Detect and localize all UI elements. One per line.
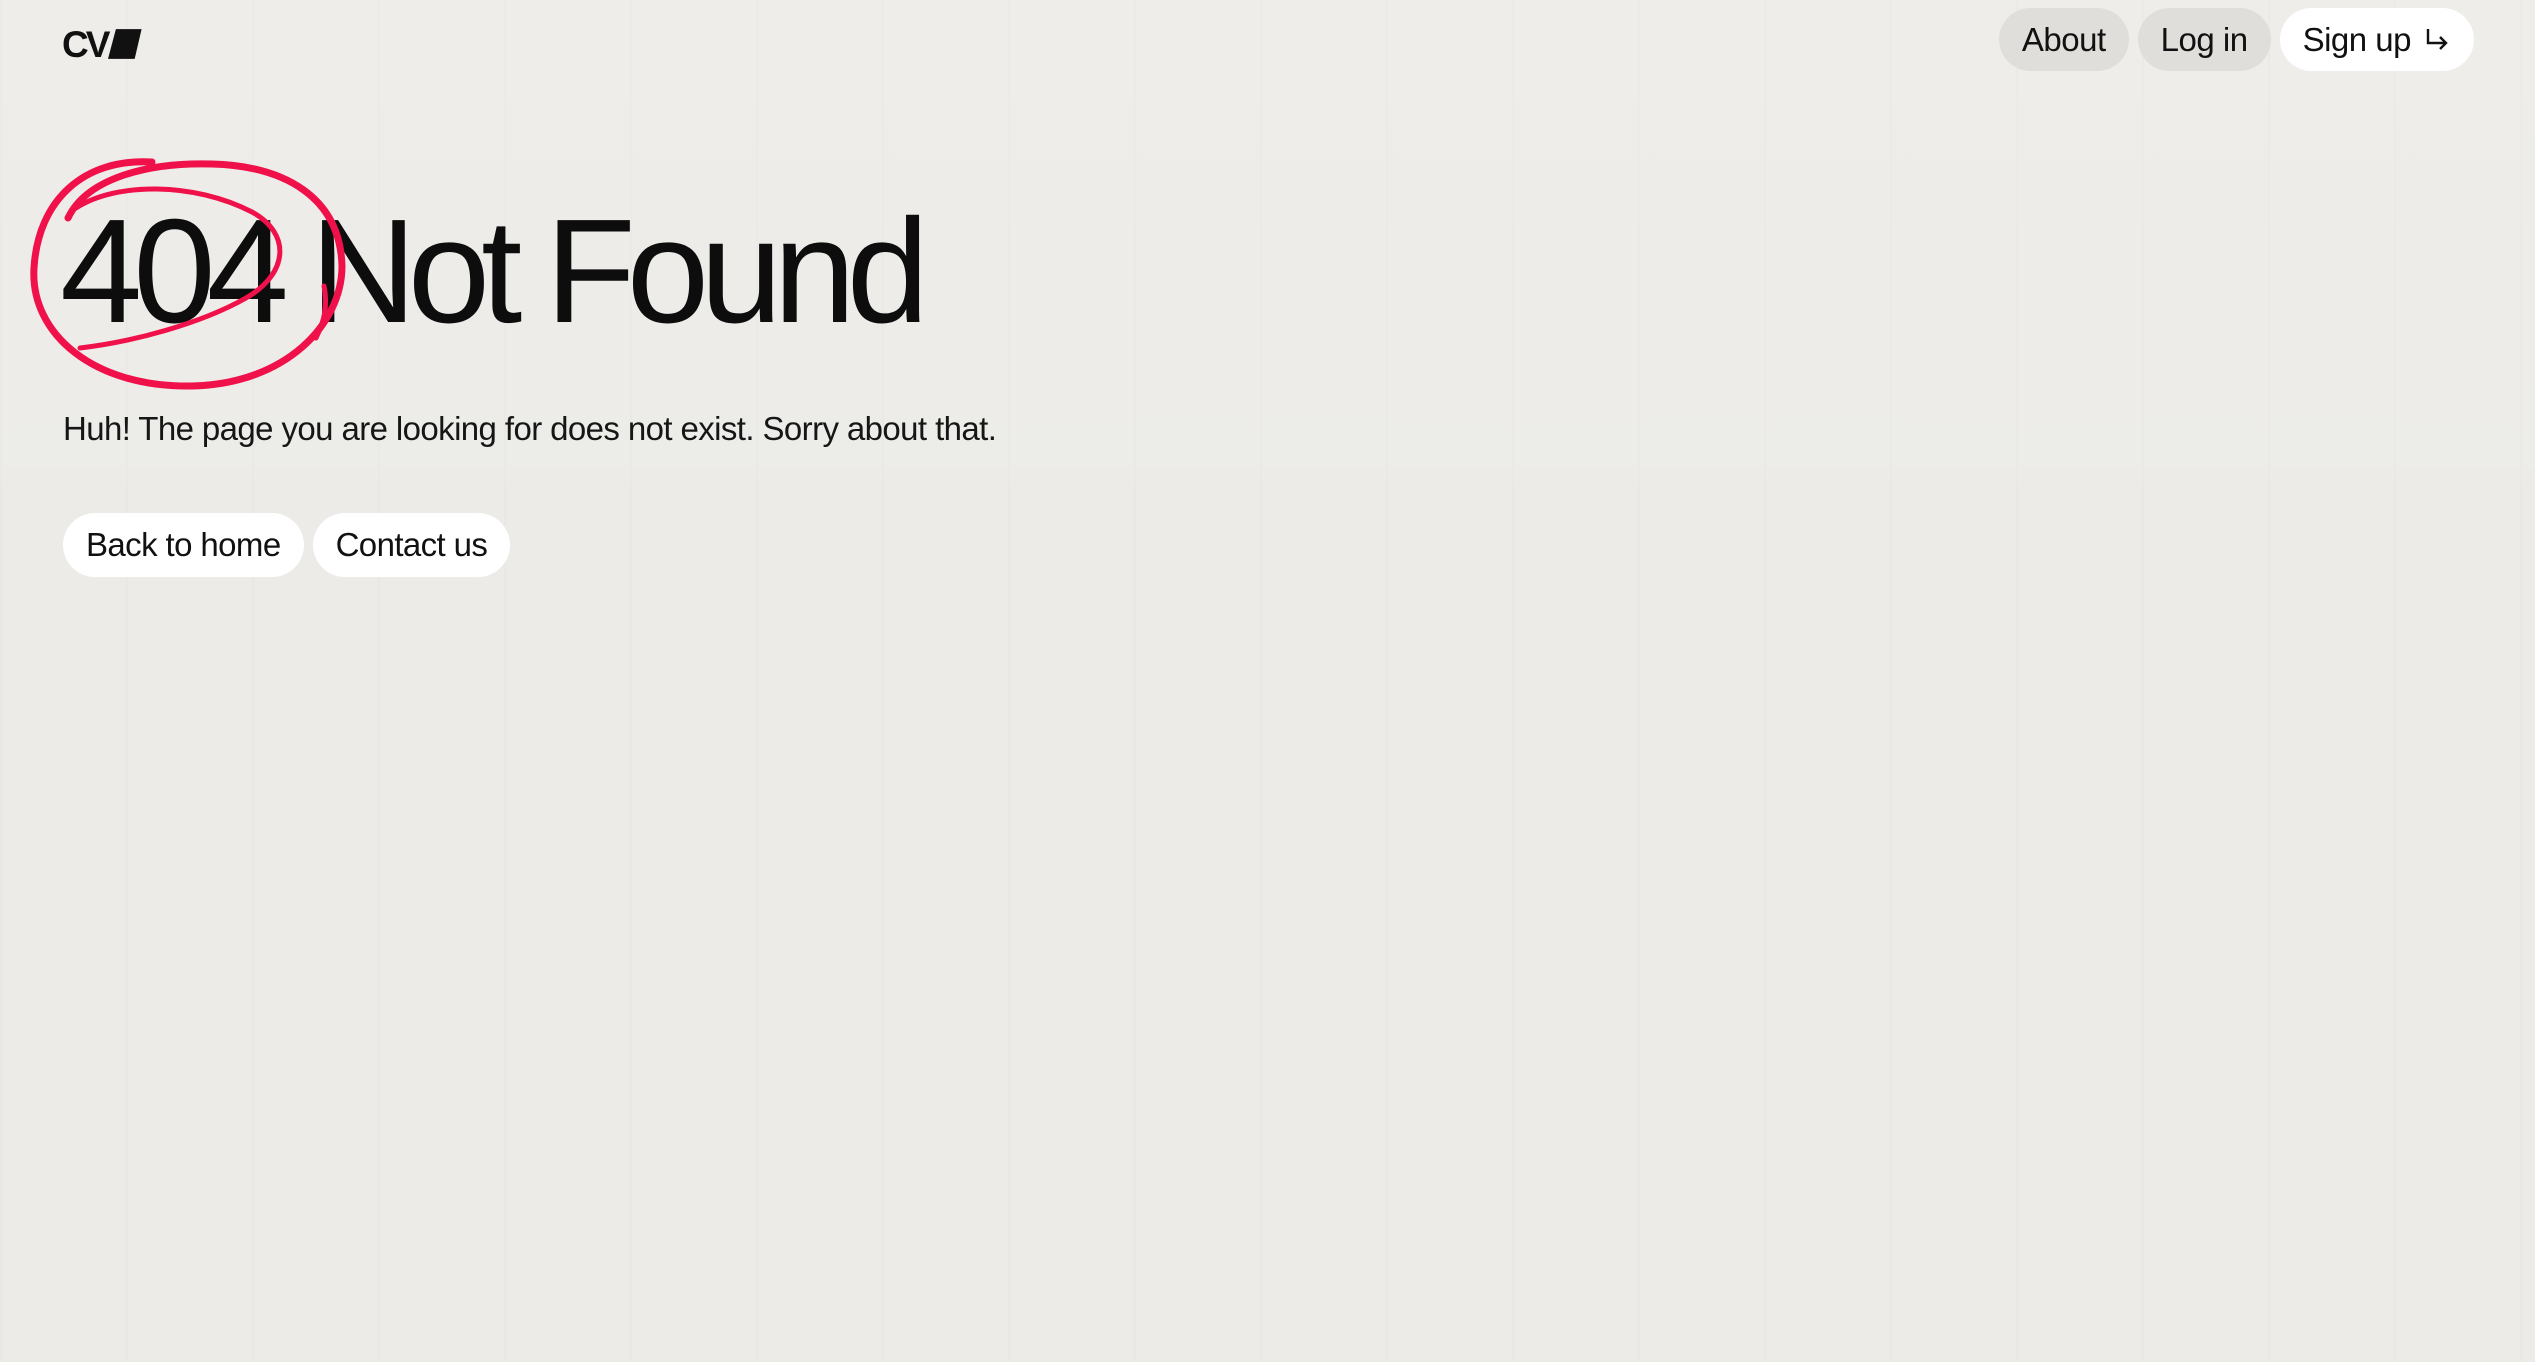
nav-about-button[interactable]: About: [1998, 8, 2129, 71]
nav-signup-label: Sign up: [2302, 20, 2412, 58]
top-nav: About Log in Sign up: [1998, 8, 2474, 71]
contact-us-button[interactable]: Contact us: [312, 513, 511, 577]
return-arrow-icon: [2426, 28, 2448, 50]
page-title: 404 Not Found: [30, 158, 929, 390]
nav-login-button[interactable]: Log in: [2137, 8, 2271, 71]
hero: 404 Not Found: [30, 158, 929, 390]
back-to-home-button[interactable]: Back to home: [63, 513, 304, 577]
error-code: 404: [30, 158, 346, 390]
nav-signup-button[interactable]: Sign up: [2279, 8, 2474, 71]
brand-logo[interactable]: CV: [62, 23, 142, 65]
back-to-home-label: Back to home: [86, 526, 281, 563]
nav-about-label: About: [2021, 20, 2106, 58]
contact-us-label: Contact us: [335, 526, 488, 563]
error-actions: Back to home Contact us: [63, 513, 511, 577]
nav-login-label: Log in: [2160, 20, 2248, 58]
error-title-text: Not Found: [309, 189, 929, 354]
error-code-text: 404: [60, 189, 289, 354]
logo-text: CV: [62, 23, 110, 65]
right-edge-divider: [2535, 0, 2539, 1365]
parallelogram-mark-icon: [108, 29, 142, 59]
error-message: Huh! The page you are looking for does n…: [63, 410, 997, 447]
